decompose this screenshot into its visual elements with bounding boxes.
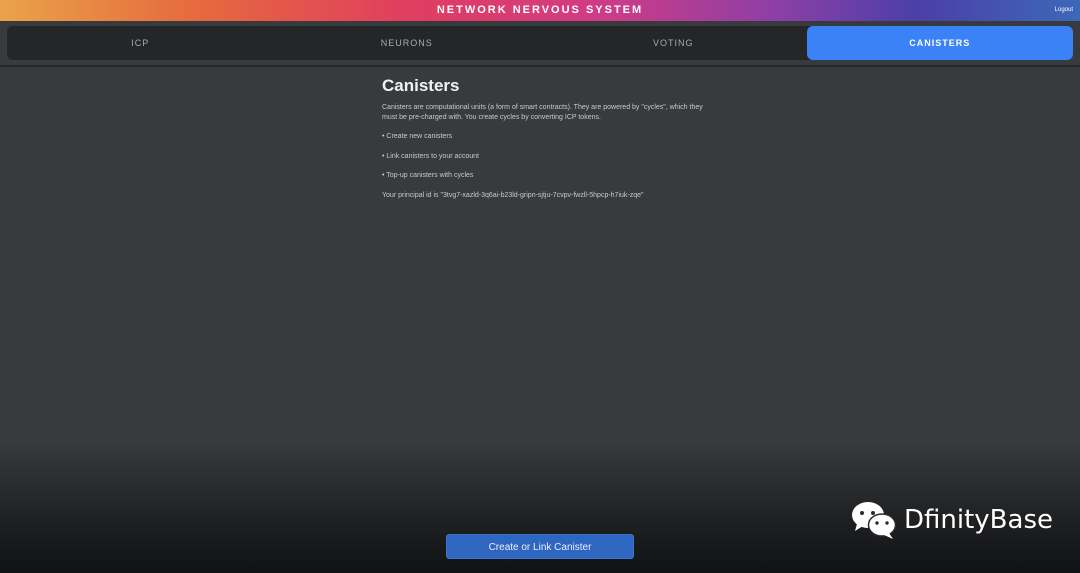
tab-bar: ICP NEURONS VOTING CANISTERS [7, 26, 1073, 60]
tab-canisters[interactable]: CANISTERS [806, 26, 1073, 60]
description-text: Canisters are computational units (a for… [382, 104, 703, 121]
watermark: DfinityBase [851, 500, 1053, 540]
canisters-panel: Canisters Canisters are computational un… [382, 76, 712, 200]
wechat-icon [851, 500, 897, 540]
tab-voting[interactable]: VOTING [540, 26, 807, 60]
app-title: NETWORK NERVOUS SYSTEM [436, 4, 644, 16]
tab-icp[interactable]: ICP [7, 26, 274, 60]
page-title: Canisters [382, 76, 460, 95]
tab-neurons[interactable]: NEURONS [274, 26, 541, 60]
create-or-link-canister-button[interactable]: Create or Link Canister [446, 534, 634, 559]
bullet-link: • Link canisters to your account [382, 152, 479, 160]
bullet-topup: • Top-up canisters with cycles [382, 172, 474, 179]
principal-id-text: Your principal id is "3tvg7-xazld-3q6ai-… [382, 191, 644, 199]
logout-link[interactable]: Logout [1055, 0, 1073, 21]
watermark-text: DfinityBase [904, 505, 1053, 535]
header-divider [0, 65, 1080, 67]
app-window: NETWORK NERVOUS SYSTEM Logout ICP NEURON… [0, 0, 1080, 573]
top-banner: NETWORK NERVOUS SYSTEM Logout [0, 0, 1080, 21]
bullet-create: • Create new canisters [382, 133, 453, 140]
